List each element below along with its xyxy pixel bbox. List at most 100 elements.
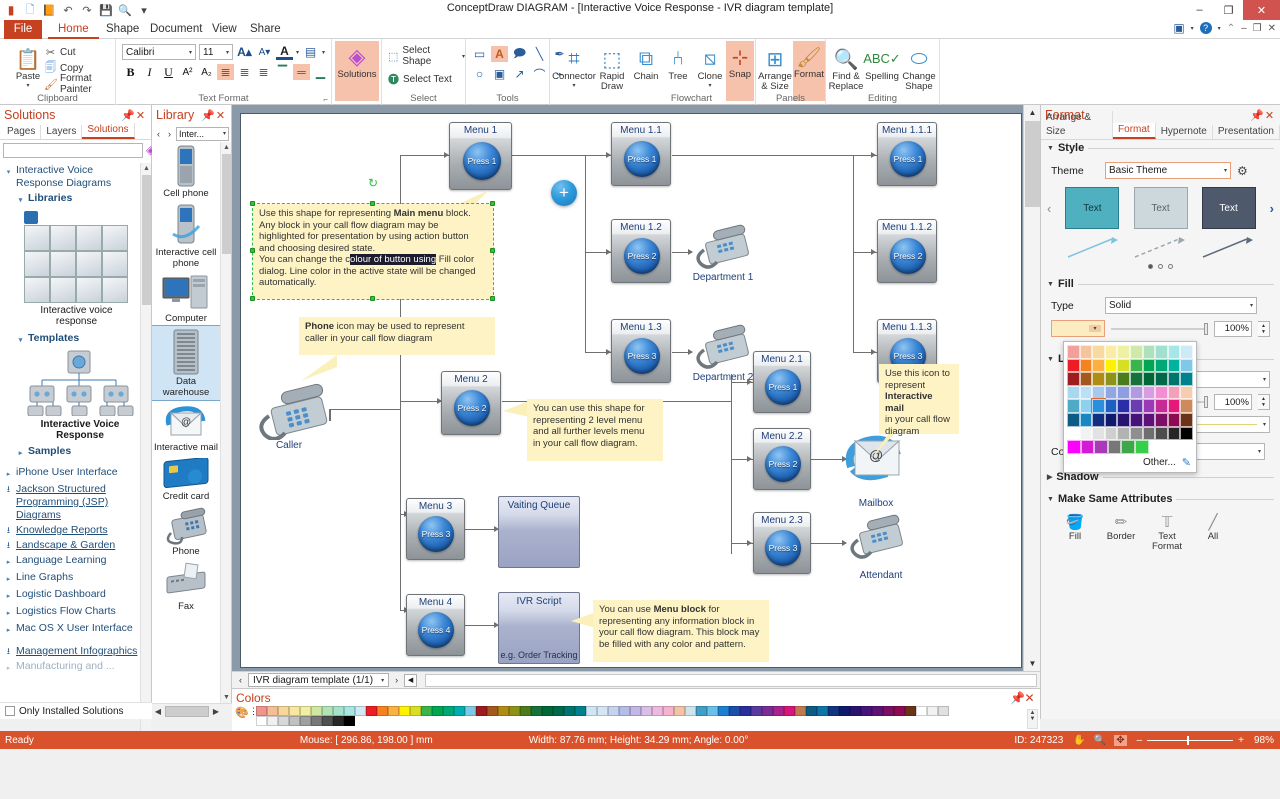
node-button[interactable]: Press 4 xyxy=(418,612,454,648)
tree-button[interactable]: ⑃ Tree xyxy=(662,43,694,82)
help-caret[interactable]: ▾ xyxy=(1218,25,1221,32)
library-item-data-warehouse[interactable]: Data warehouse xyxy=(152,325,220,401)
theme-dot[interactable] xyxy=(1158,264,1163,269)
palette-color-swatch[interactable] xyxy=(1155,385,1168,400)
library-selector-caret-icon[interactable]: ▾ xyxy=(223,130,226,137)
scroll-right-icon[interactable]: ▶ xyxy=(210,707,222,716)
tab-share[interactable]: Share xyxy=(240,20,291,39)
solution-item-landscape-garden[interactable]: ⭳ Landscape & Garden xyxy=(2,538,148,553)
tab-home[interactable]: Home xyxy=(48,20,99,39)
solution-item-iphone[interactable]: ▸ iPhone User Interface xyxy=(2,465,148,482)
palette-color-swatch[interactable] xyxy=(1094,440,1108,454)
color-swatch[interactable] xyxy=(256,716,267,726)
solution-label[interactable]: Jackson Structured Programming (JSP) Dia… xyxy=(16,483,134,522)
diagram-node-menu3[interactable]: Menu 3 Press 3 xyxy=(406,498,465,560)
theme-card-2[interactable]: Text xyxy=(1201,187,1256,229)
palette-color-swatch[interactable] xyxy=(1167,372,1181,386)
theme-caret-icon[interactable]: ▾ xyxy=(1224,167,1227,174)
clone-caret-icon[interactable]: ▾ xyxy=(708,82,711,89)
eyedropper-icon[interactable]: ✎ xyxy=(1182,456,1191,469)
rapid-draw-button[interactable]: ⬚ Rapid Draw xyxy=(596,43,628,92)
chevron-down-icon[interactable]: ▼ xyxy=(1047,496,1054,503)
palette-color-swatch[interactable] xyxy=(1104,412,1118,427)
palette-color-swatch[interactable] xyxy=(1142,412,1156,427)
format-panel-tabs[interactable]: Arrange & Size Format Hypernote Presenta… xyxy=(1041,111,1280,140)
download-icon[interactable]: ⭳ xyxy=(4,524,13,537)
palette-color-swatch[interactable] xyxy=(1180,426,1193,441)
colors-swatch-rows[interactable] xyxy=(256,706,949,726)
canvas-vertical-scrollbar[interactable]: ▲ ▼ xyxy=(1023,105,1041,671)
chevron-right-icon[interactable]: ▸ xyxy=(4,660,13,675)
window-restore-icon[interactable]: ❐ xyxy=(1253,23,1262,34)
chevron-right-icon[interactable]: ▸ xyxy=(4,588,13,603)
color-swatch[interactable] xyxy=(564,706,575,716)
theme-dot[interactable] xyxy=(1168,264,1173,269)
fill-type-caret-icon[interactable]: ▾ xyxy=(1250,302,1253,309)
slider-knob[interactable] xyxy=(1204,322,1208,335)
scroll-thumb[interactable] xyxy=(222,154,231,254)
underline-button[interactable]: U xyxy=(160,64,177,80)
window-close-icon[interactable]: ✕ xyxy=(1268,23,1276,34)
chevron-down-icon[interactable]: ▾ xyxy=(16,192,25,207)
font-size-caret-icon[interactable]: ▾ xyxy=(226,49,229,56)
theme-dot-active[interactable] xyxy=(1148,264,1153,269)
color-swatch[interactable] xyxy=(762,706,773,716)
color-swatch[interactable] xyxy=(729,706,740,716)
change-shape-button[interactable]: ⬭ Change Shape xyxy=(900,43,938,92)
ribbon-right-controls[interactable]: ▣ ▾ ? ▾ ⌃ ‒ ❐ ✕ xyxy=(1173,21,1276,35)
callout-menu-block-note[interactable]: You can use Menu block for representing … xyxy=(593,600,769,662)
color-swatch[interactable] xyxy=(267,716,278,726)
line-tool-icon[interactable]: ╲ xyxy=(531,46,548,62)
color-swatch[interactable] xyxy=(289,706,300,716)
solution-label[interactable]: Landscape & Garden xyxy=(16,539,115,552)
pan-tool-icon[interactable]: ✋ xyxy=(1073,735,1085,746)
library-thumbnail-preview[interactable]: Interactive voice response xyxy=(24,211,129,327)
color-swatch[interactable] xyxy=(696,706,707,716)
color-swatch[interactable] xyxy=(333,716,344,726)
node-button[interactable]: Press 3 xyxy=(418,516,454,552)
tab-format[interactable]: Format xyxy=(1113,123,1156,139)
palette-color-swatch[interactable] xyxy=(1155,426,1168,441)
color-swatch[interactable] xyxy=(355,706,366,716)
palette-color-swatch[interactable] xyxy=(1129,345,1143,359)
palette-color-swatch[interactable] xyxy=(1079,358,1093,373)
ellipse-tool-icon[interactable]: ○ xyxy=(471,66,488,82)
colors-close-icon[interactable]: ✕ xyxy=(1023,691,1036,705)
valign-bottom-button[interactable]: ▁ xyxy=(312,64,329,80)
msa-text-format-button[interactable]: 𝕋 Text Format xyxy=(1145,513,1189,552)
solution-label[interactable]: Management Infographics xyxy=(16,645,137,658)
select-shape-button[interactable]: ⬚ Select Shape ▾ xyxy=(387,45,465,67)
tab-presentation[interactable]: Presentation xyxy=(1213,125,1280,139)
palette-color-swatch[interactable] xyxy=(1167,399,1181,413)
selection-handle[interactable] xyxy=(490,248,495,253)
palette-color-swatch[interactable] xyxy=(1129,385,1143,400)
chain-button[interactable]: ⧉ Chain xyxy=(630,43,662,82)
chevron-right-icon[interactable]: ▸ xyxy=(16,445,25,460)
selection-handle[interactable] xyxy=(490,296,495,301)
palette-color-swatch[interactable] xyxy=(1104,426,1118,441)
chevron-right-icon[interactable]: ▸ xyxy=(4,605,13,620)
callout-tool-icon[interactable]: 🗩 xyxy=(511,46,528,62)
palette-color-swatch[interactable] xyxy=(1129,426,1143,441)
diagram-node-menu23[interactable]: Menu 2.3 Press 3 xyxy=(753,512,811,574)
canvas-horizontal-scrollbar[interactable] xyxy=(425,673,1037,687)
find-replace-button[interactable]: 🔍 Find & Replace xyxy=(828,43,864,92)
callout-phone-note[interactable]: Phone icon may be used to represent call… xyxy=(299,317,495,355)
palette-color-swatch[interactable] xyxy=(1180,372,1193,386)
window-controls[interactable]: – ❐ ✕ xyxy=(1185,0,1280,20)
page-prev-icon[interactable]: ‹ xyxy=(235,675,246,685)
attendant-phone-icon[interactable] xyxy=(845,514,907,562)
color-swatch[interactable] xyxy=(718,706,729,716)
color-swatch[interactable] xyxy=(344,716,355,726)
palette-color-swatch[interactable] xyxy=(1079,372,1093,386)
color-swatch[interactable] xyxy=(938,706,949,716)
library-item-interactive-cell-phone[interactable]: Interactive cell phone xyxy=(152,201,220,271)
theme-page-dots[interactable] xyxy=(1041,264,1280,269)
library-item-computer[interactable]: Computer xyxy=(152,271,220,326)
node-button[interactable]: Press 1 xyxy=(890,141,926,177)
solution-item-logistic-dashboard[interactable]: ▸ Logistic Dashboard xyxy=(2,587,148,604)
callout-two-level-note[interactable]: You can use this shape for representing … xyxy=(527,399,663,461)
color-swatch[interactable] xyxy=(377,706,388,716)
colors-pin-icon[interactable]: 📌 xyxy=(1010,691,1025,705)
palette-color-swatch[interactable] xyxy=(1092,372,1105,386)
